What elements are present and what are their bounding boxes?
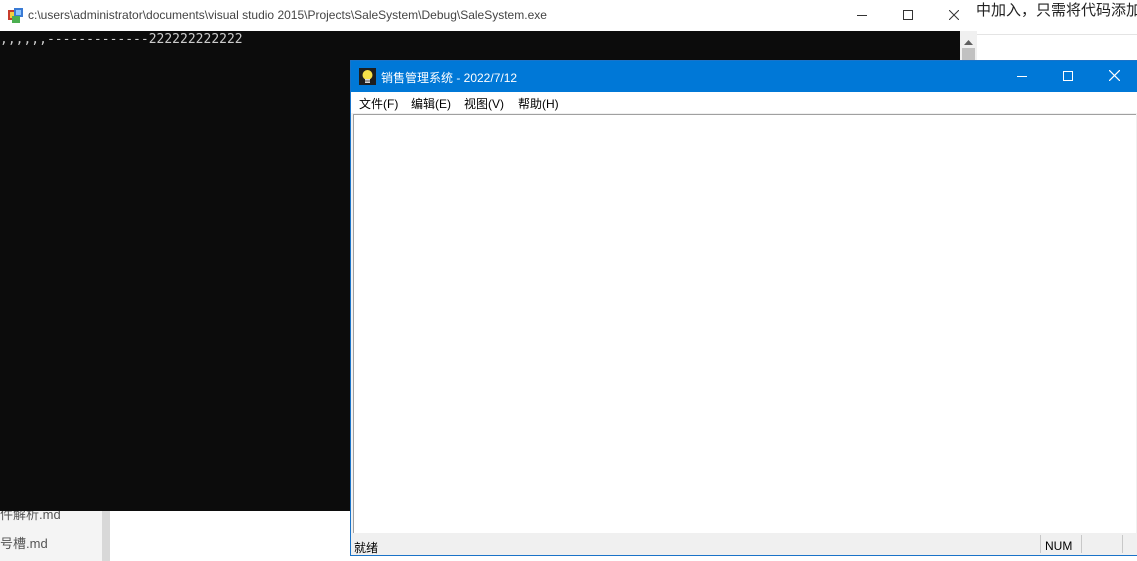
console-maximize-button[interactable]	[885, 0, 931, 31]
close-icon	[1108, 69, 1120, 84]
background-divider	[976, 34, 1137, 35]
status-message: 就绪	[354, 541, 379, 555]
console-close-button[interactable]	[931, 0, 977, 31]
console-window-title: c:\users\administrator\documents\visual …	[28, 8, 547, 22]
console-output: ,,,,,,-------------222222222222	[0, 32, 243, 47]
console-minimize-button[interactable]	[839, 0, 885, 31]
sales-system-window[interactable]: 销售管理系统 - 2022/7/12 文件(F) 编辑(E) 视图(V) 帮助(…	[351, 61, 1137, 555]
minimize-icon	[1017, 70, 1027, 84]
app-titlebar[interactable]: 销售管理系统 - 2022/7/12	[351, 61, 1137, 92]
status-pane-scrl	[1081, 535, 1122, 553]
menu-file[interactable]: 文件(F)	[359, 95, 398, 112]
menu-edit[interactable]: 编辑(E)	[411, 95, 451, 112]
close-icon	[948, 9, 960, 23]
background-document-text: 中加入，只需将代码添加	[976, 2, 1137, 19]
scroll-up-arrow-icon[interactable]	[964, 34, 973, 48]
menubar: 文件(F) 编辑(E) 视图(V) 帮助(H)	[351, 92, 1137, 113]
statusbar: 就绪 NUM	[351, 533, 1137, 555]
app-maximize-button[interactable]	[1045, 61, 1091, 92]
maximize-icon	[903, 9, 913, 23]
console-titlebar[interactable]: c:\users\administrator\documents\visual …	[0, 0, 977, 31]
app-minimize-button[interactable]	[999, 61, 1045, 92]
console-app-icon	[7, 7, 24, 24]
document-view[interactable]	[353, 114, 1136, 533]
app-close-button[interactable]	[1091, 61, 1137, 92]
background-file-item[interactable]: 号槽.md	[0, 533, 48, 552]
menu-help[interactable]: 帮助(H)	[518, 95, 559, 112]
bulb-app-icon	[359, 68, 376, 85]
minimize-icon	[857, 9, 867, 23]
resize-grip[interactable]	[1122, 535, 1137, 553]
app-window-title: 销售管理系统 - 2022/7/12	[381, 71, 518, 85]
status-num-indicator: NUM	[1045, 539, 1073, 553]
maximize-icon	[1063, 70, 1073, 84]
menu-view[interactable]: 视图(V)	[464, 95, 504, 112]
